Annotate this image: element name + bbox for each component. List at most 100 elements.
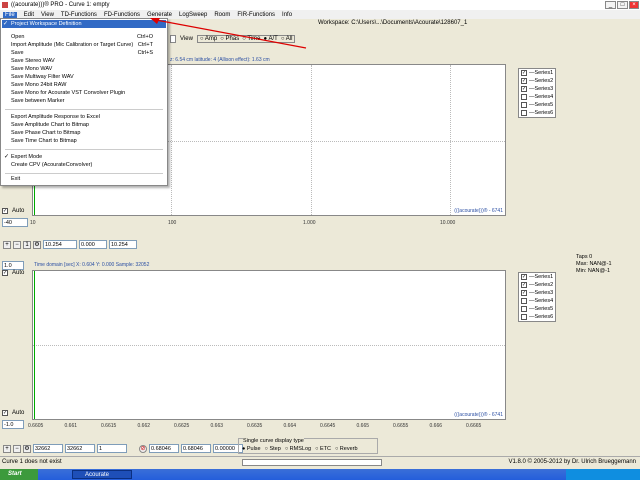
minimize-button[interactable]: _ — [605, 1, 616, 9]
legend-row[interactable]: ✓ — Series3 — [519, 85, 555, 93]
x-tick: 100 — [168, 220, 177, 226]
radio-rmslog[interactable]: ○ RMSLog — [285, 446, 311, 452]
x-tick: 0.6655 — [393, 423, 409, 429]
legend-row[interactable]: — Series5 — [519, 101, 555, 109]
zoom-field-2[interactable]: 0.000 — [79, 240, 107, 249]
taps-min: Min: NAN@-1 — [576, 268, 611, 274]
workspace-path: Workspace: C:\Users\...\Documents\Acoura… — [318, 20, 468, 26]
legend-row[interactable]: ✓ — Series2 — [519, 77, 555, 85]
menu-item-save-vst[interactable]: Save Mono for Acourate VST Convolver Plu… — [11, 90, 125, 96]
zoom-out-icon[interactable]: − — [13, 240, 21, 249]
radio-step[interactable]: ○ Step — [265, 446, 281, 452]
auto-top-checkbox[interactable]: ✓ Auto — [2, 270, 24, 276]
taps-max: Max: NAN@-1 — [576, 261, 612, 267]
maximize-button[interactable]: □ — [617, 1, 628, 9]
sample-field-3[interactable]: 1 — [97, 444, 127, 453]
y-top-field[interactable]: 1.0 — [2, 261, 24, 270]
legend-row[interactable]: ✓ — Series1 — [519, 69, 555, 77]
zoom-field-1[interactable]: 10.254 — [43, 240, 77, 249]
x-tick: 0.663 — [210, 423, 224, 429]
taskbar-app-acourate[interactable]: Acourate — [72, 470, 132, 479]
taps-panel: Taps 0 Max: NAN@-1 Min: NAN@-1 — [576, 254, 612, 275]
x-tick: 0.666 — [429, 423, 443, 429]
status-right: V1.8.0 © 2005-2012 by Dr. Ulrich Bruegge… — [508, 459, 637, 465]
zoom-in-icon[interactable]: + — [3, 240, 11, 249]
menu-item-expert-mode[interactable]: Expert Mode — [11, 154, 42, 160]
settings-icon[interactable]: ⚙ — [23, 444, 31, 453]
legend-row[interactable]: ✓ — Series3 — [519, 289, 555, 297]
display-type-label: Single curve display type — [243, 438, 304, 444]
auto-bottom-checkbox[interactable]: ✓ Auto — [2, 410, 24, 416]
menu-separator — [5, 149, 163, 150]
menu-fd-functions[interactable]: FD-Functions — [104, 12, 140, 18]
menu-item-export-excel[interactable]: Export Amplitude Response to Excel — [11, 114, 100, 120]
series-line — [34, 271, 35, 419]
bottom-legend: ✓ — Series1 ✓ — Series2 ✓ — Series3 — Serie… — [518, 272, 556, 322]
legend-row[interactable]: ✓ — Series1 — [519, 273, 555, 281]
menu-item-amp-bitmap[interactable]: Save Amplitude Chart to Bitmap — [11, 122, 89, 128]
legend-row[interactable]: — Series6 — [519, 313, 555, 321]
legend-row[interactable]: — Series4 — [519, 93, 555, 101]
zoom-reset-icon[interactable]: 1 — [23, 240, 31, 249]
sample-field-2[interactable]: 32662 — [65, 444, 95, 453]
radio-etc[interactable]: ○ ETC — [315, 446, 331, 452]
x-tick: 0.6665 — [466, 423, 482, 429]
x-tick: 0.662 — [137, 423, 151, 429]
menu-item-save[interactable]: Save — [11, 50, 24, 56]
menu-item-create-cpv[interactable]: Create CPV (AcourateConvolver) — [11, 162, 92, 168]
menu-item-time-bitmap[interactable]: Save Time Chart to Bitmap — [11, 138, 77, 144]
menu-item-save-mono-wav[interactable]: Save Mono WAV — [11, 66, 52, 72]
menu-edit[interactable]: Edit — [24, 12, 34, 18]
menu-item-import-amplitude[interactable]: Import Amplitude (Mic Calibration or Tar… — [11, 42, 133, 48]
menu-item-save-stereo-wav[interactable]: Save Stereo WAV — [11, 58, 55, 64]
annotation-arrow — [150, 18, 307, 49]
stop-icon[interactable]: ⊘ — [139, 444, 147, 453]
taskbar: Start Acourate — [0, 469, 640, 480]
legend-row[interactable]: — Series6 — [519, 109, 555, 117]
time-chart[interactable]: (((acourate)))® - 6741 — [32, 270, 506, 420]
menu-td-functions[interactable]: TD-Functions — [61, 12, 97, 18]
menu-item-exit[interactable]: Exit — [11, 176, 20, 182]
start-button[interactable]: Start — [0, 469, 38, 480]
sample-field-1[interactable]: 32662 — [33, 444, 63, 453]
range-field-1[interactable]: 0.68046 — [149, 444, 179, 453]
zoom-out-icon[interactable]: − — [13, 444, 21, 453]
legend-row[interactable]: — Series4 — [519, 297, 555, 305]
time-domain-info: Time domain [sec] X: 0.604 Y: 0.000 Samp… — [34, 262, 150, 268]
menu-item-save-multiway[interactable]: Save Multiway Filter WAV — [11, 74, 74, 80]
bottom-zoom-controls: + − ⚙ 32662 32662 1 ⊘ 0.68046 0.68046 0.… — [3, 444, 243, 453]
menu-view[interactable]: View — [41, 12, 54, 18]
zoom-field-3[interactable]: 10.254 — [109, 240, 137, 249]
x-tick: 0.6645 — [320, 423, 336, 429]
settings-icon[interactable]: ⚙ — [33, 240, 41, 249]
radio-pulse[interactable]: ● Pulse — [242, 446, 261, 452]
x-tick: 0.6615 — [101, 423, 117, 429]
menu-separator — [5, 109, 163, 110]
zoom-in-icon[interactable]: + — [3, 444, 11, 453]
y-axis-field[interactable]: -40 — [2, 218, 28, 227]
file-menu: ✓ Project Workspace Definition Open Ctrl… — [0, 18, 168, 186]
y-bottom-field[interactable]: -1.0 — [2, 420, 24, 429]
radio-reverb[interactable]: ○ Reverb — [335, 446, 358, 452]
auto-checkbox[interactable]: ✓ Auto — [2, 208, 24, 214]
legend-row[interactable]: — Series5 — [519, 305, 555, 313]
menu-item-save-mono-raw[interactable]: Save Mono 24bit RAW — [11, 82, 66, 88]
window-title: ((acourate)))® PRO - Curve 1: empty — [11, 2, 110, 8]
menu-item-open[interactable]: Open — [11, 34, 24, 40]
status-bar: Curve 1 does not exist V1.8.0 © 2005-201… — [0, 456, 640, 468]
x-tick: 0.6625 — [174, 423, 190, 429]
menu-file[interactable]: File — [3, 11, 17, 18]
system-tray — [566, 469, 640, 480]
close-button[interactable]: × — [629, 1, 639, 9]
menu-item-save-marker[interactable]: Save between Marker — [11, 98, 65, 104]
status-left: Curve 1 does not exist — [2, 459, 62, 465]
menu-item-phase-bitmap[interactable]: Save Phase Chart to Bitmap — [11, 130, 80, 136]
range-field-2[interactable]: 0.68046 — [181, 444, 211, 453]
x-tick: 1.000 — [303, 220, 316, 226]
legend-row[interactable]: ✓ — Series2 — [519, 281, 555, 289]
menu-separator — [5, 173, 163, 174]
x-tick: 10 — [30, 220, 36, 226]
menu-item-project-workspace[interactable]: Project Workspace Definition — [11, 21, 82, 27]
x-tick: 0.6635 — [247, 423, 263, 429]
x-tick: 10.000 — [440, 220, 456, 226]
